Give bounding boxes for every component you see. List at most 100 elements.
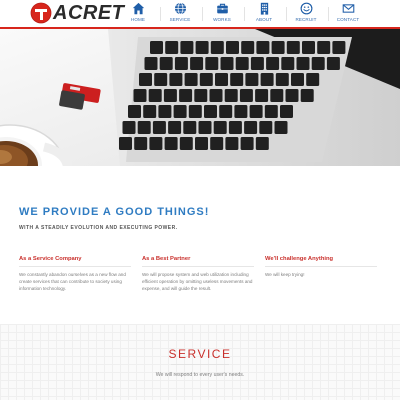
nav-service-label: SERVICE (169, 17, 191, 22)
keyboard-key (163, 89, 177, 102)
keyboard-key (270, 89, 284, 102)
keyboard-key (286, 41, 300, 54)
keyboard-key (144, 57, 158, 70)
feature-divider (19, 266, 131, 267)
keyboard-key (149, 137, 163, 150)
keyboard-key (256, 41, 270, 54)
globe-icon (174, 2, 186, 15)
nav-works-label: WORKS (213, 17, 231, 22)
keyboard-key (285, 89, 299, 102)
keyboard-key (275, 73, 289, 86)
nav-service[interactable]: SERVICE (161, 0, 199, 27)
feature-column: As a Service Company We constantly aband… (19, 256, 131, 293)
keyboard-key (250, 57, 264, 70)
service-divider (171, 364, 229, 365)
keyboard-key (179, 137, 193, 150)
feature-title: As a Service Company (19, 256, 82, 262)
keyboard-key (296, 57, 310, 70)
building-icon (260, 2, 268, 15)
keyboard-key (122, 121, 136, 134)
keyboard-key (241, 41, 255, 54)
keyboard-key (260, 73, 274, 86)
keyboard-key (174, 57, 188, 70)
envelope-icon (342, 4, 354, 13)
keyboard-key (311, 57, 325, 70)
service-subtitle: We will respond to every user's needs. (155, 372, 245, 378)
keyboard-key (332, 41, 346, 54)
intro-subtitle: WITH A STEADILY EVOLUTION AND EXECUTING … (19, 225, 178, 231)
keyboard-key (195, 137, 208, 150)
keyboard-key (326, 57, 340, 70)
keyboard-key (119, 137, 132, 150)
nav-about[interactable]: ABOUT (245, 0, 283, 27)
feature-title: As a Best Partner (142, 256, 191, 262)
keyboard-key (274, 121, 288, 134)
keyboard-key (164, 137, 178, 150)
hero-photo (0, 29, 400, 166)
keyboard-key (134, 137, 148, 150)
keyboard-key (194, 89, 208, 102)
keyboard-key (183, 121, 197, 134)
keyboard-key (226, 41, 239, 54)
keyboard-key (240, 137, 254, 150)
nav-home-label: HOME (130, 17, 146, 22)
logo[interactable]: ACRET (30, 2, 124, 24)
nav-contact-label: CONTACT (336, 17, 360, 22)
feature-text: We will keep trying! (265, 272, 305, 277)
keyboard-key (188, 105, 202, 118)
keyboard-key (133, 89, 147, 102)
keyboard-key (165, 41, 179, 54)
keyboard-key (139, 73, 152, 86)
keyboard-key (249, 105, 263, 118)
keyboard-key (220, 57, 234, 70)
keyboard-key (271, 41, 285, 54)
keyboard-key (224, 89, 238, 102)
home-icon (132, 2, 144, 15)
keyboard-key (210, 41, 224, 54)
keyboard-key (235, 57, 249, 70)
service-section (0, 324, 400, 400)
keyboard-key (255, 89, 269, 102)
keyboard-key (300, 89, 314, 102)
feature-title: We'll challenge Anything (265, 256, 334, 262)
feature-column: As a Best Partner We will propose system… (142, 256, 254, 293)
briefcase-icon (216, 3, 228, 14)
keyboard-key (215, 73, 228, 86)
keyboard-key (317, 41, 331, 54)
keyboard-key (154, 73, 168, 86)
nav-contact[interactable]: CONTACT (329, 0, 367, 27)
keyboard-key (180, 41, 194, 54)
keyboard-key (168, 121, 182, 134)
nav-recruit-label: RECRUIT (295, 17, 317, 22)
keyboard-key (210, 137, 224, 150)
nav-recruit[interactable]: RECRUIT (287, 0, 325, 27)
nav-about-label: ABOUT (255, 17, 273, 22)
keyboard-key (239, 89, 253, 102)
feature-text: We will propose system and web utilizati… (142, 272, 253, 292)
keyboard-key (266, 57, 280, 70)
feature-divider (142, 266, 254, 267)
keyboard-key (255, 137, 269, 150)
keyboard-key (281, 57, 295, 70)
logo-text: ACRET (53, 2, 125, 24)
keyboard-key (205, 57, 219, 70)
nav-home[interactable]: HOME (119, 0, 157, 27)
service-title: SERVICE (168, 347, 232, 361)
keyboard-key (213, 121, 227, 134)
feature-text: We constantly abandon ourselves as a new… (19, 272, 126, 292)
keyboard-key (259, 121, 273, 134)
hero-image (0, 29, 400, 166)
keyboard-key (173, 105, 187, 118)
nav-works[interactable]: WORKS (203, 0, 241, 27)
keyboard-key (159, 57, 173, 70)
keyboard-key (244, 121, 258, 134)
keyboard-key (128, 105, 141, 118)
keyboard-key (169, 73, 183, 86)
feature-divider (265, 266, 377, 267)
keyboard-key (291, 73, 304, 86)
keyboard-key (280, 105, 293, 118)
keyboard-key (198, 121, 212, 134)
keyboard-key (264, 105, 278, 118)
smiley-icon (300, 2, 312, 15)
site-header: ACRET HOME SERVICE WORKS ABOUT RECRUIT C… (0, 0, 400, 27)
